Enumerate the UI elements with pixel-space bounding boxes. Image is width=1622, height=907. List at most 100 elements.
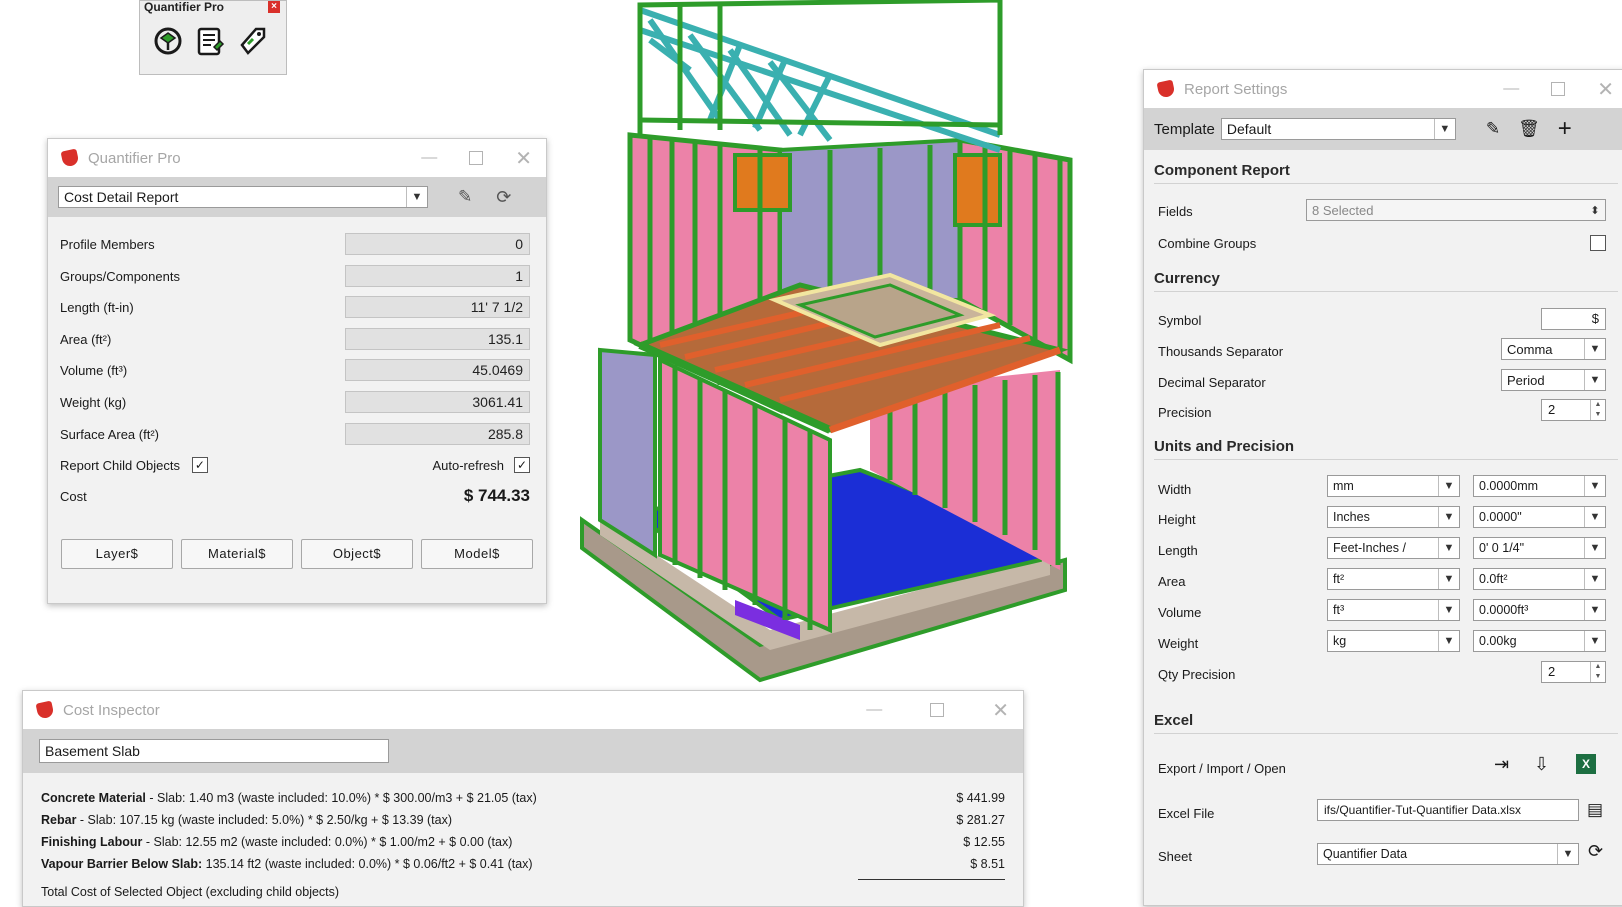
sheet-select[interactable]: Quantifier Data ▼ <box>1317 843 1579 865</box>
refresh-icon[interactable]: ⟳ <box>496 187 511 208</box>
report-list-icon[interactable] <box>194 25 226 57</box>
minimize-icon[interactable]: — <box>1503 80 1519 98</box>
cost-line-amount: $ 441.99 <box>956 791 1005 805</box>
unit-format-select[interactable]: 0.0000ft³ ▼ <box>1473 599 1606 621</box>
spinner-arrows-icon[interactable]: ▲ ▼ <box>1590 662 1605 682</box>
import-icon[interactable]: ⇩ <box>1534 754 1549 775</box>
object-name-field[interactable]: Basement Slab <box>39 739 389 763</box>
unit-select[interactable]: Inches ▼ <box>1327 506 1460 528</box>
row-label: Surface Area (ft²) <box>60 426 159 442</box>
quantifier-report-bar: Cost Detail Report ▼ ✎ ⟳ <box>48 177 546 217</box>
minimize-icon[interactable]: — <box>421 149 437 167</box>
report-child-checkbox[interactable]: ✓ <box>191 457 208 473</box>
excel-file-input[interactable]: ifs/Quantifier-Tut-Quantifier Data.xlsx <box>1317 799 1579 821</box>
sketchup-logo-icon <box>60 148 80 168</box>
report-settings-title: Report Settings <box>1184 80 1288 98</box>
unit-select[interactable]: Feet-Inches / ▼ <box>1327 537 1460 559</box>
refresh-icon[interactable]: ⟳ <box>1588 841 1603 862</box>
close-icon[interactable]: ✕ <box>1597 77 1614 102</box>
sheet-label: Sheet <box>1158 849 1192 864</box>
add-icon[interactable]: + <box>1558 115 1572 143</box>
unit-value: mm <box>1333 479 1354 493</box>
chevron-down-icon: ▼ <box>1584 569 1605 589</box>
total-cost-label: Total Cost of Selected Object (excluding… <box>41 885 340 899</box>
trash-icon[interactable]: 🗑 <box>1518 119 1540 139</box>
unit-value: Feet-Inches / <box>1333 541 1406 555</box>
maximize-icon[interactable] <box>1551 82 1566 96</box>
browse-file-icon[interactable]: ▤ <box>1587 800 1603 820</box>
unit-format-select[interactable]: 0' 0 1/4" ▼ <box>1473 537 1606 559</box>
section-currency: Currency <box>1154 270 1618 292</box>
row-label: Length (ft-in) <box>60 299 134 315</box>
unit-select[interactable]: mm ▼ <box>1327 475 1460 497</box>
building-3d-model[interactable] <box>575 0 1085 690</box>
minimize-icon[interactable]: — <box>866 701 882 719</box>
fields-value: 8 Selected <box>1312 202 1374 218</box>
chevron-down-icon: ▼ <box>1557 844 1578 864</box>
cost-line-amount: $ 8.51 <box>970 857 1005 871</box>
precision-input[interactable]: 2 ▲ ▼ <box>1541 399 1606 421</box>
row-value: 3061.41 <box>345 391 530 413</box>
unit-format-select[interactable]: 0.0ft² ▼ <box>1473 568 1606 590</box>
model-cost-button[interactable]: Model$ <box>421 539 533 569</box>
eraser-icon[interactable]: ✎ <box>458 187 472 207</box>
chevron-down-icon: ▼ <box>1584 507 1605 527</box>
qty-precision-input[interactable]: 2 ▲ ▼ <box>1541 661 1606 683</box>
unit-select[interactable]: kg ▼ <box>1327 630 1460 652</box>
price-tag-icon[interactable] <box>236 25 268 57</box>
edit-icon[interactable]: ✎ <box>1486 119 1500 139</box>
report-type-select[interactable]: Cost Detail Report ▼ <box>58 186 428 208</box>
unit-select[interactable]: ft³ ▼ <box>1327 599 1460 621</box>
unit-format-select[interactable]: 0.0000" ▼ <box>1473 506 1606 528</box>
object-cost-button[interactable]: Object$ <box>301 539 413 569</box>
report-settings-window: Report Settings — ✕ Template Default ▼ ✎… <box>1143 69 1622 906</box>
section-units: Units and Precision <box>1154 438 1618 460</box>
spinner-arrows-icon[interactable]: ▲ ▼ <box>1590 400 1605 420</box>
toolbar-close-icon[interactable]: × <box>268 1 280 13</box>
unit-format-value: 0.0000mm <box>1479 479 1539 493</box>
chevron-down-icon: ▼ <box>1433 119 1455 139</box>
unit-format-select[interactable]: 0.0000mm ▼ <box>1473 475 1606 497</box>
cost-value: $ 744.33 <box>463 486 530 505</box>
model-component-icon[interactable] <box>152 25 184 57</box>
template-value: Default <box>1226 121 1272 137</box>
open-excel-icon[interactable]: X <box>1576 754 1596 774</box>
fields-select[interactable]: 8 Selected ⬍ <box>1306 199 1606 221</box>
upper-wall-back <box>778 137 962 302</box>
unit-format-select[interactable]: 0.00kg ▼ <box>1473 630 1606 652</box>
layer-cost-button[interactable]: Layer$ <box>61 539 173 569</box>
row-groups-components: Groups/Components 1 <box>60 263 534 289</box>
template-select[interactable]: Default ▼ <box>1220 118 1456 140</box>
quantifier-pro-window: Quantifier Pro — ✕ Cost Detail Report ▼ … <box>47 138 547 604</box>
chevron-down-icon: ▼ <box>1438 538 1459 558</box>
unit-label: Weight <box>1158 636 1199 651</box>
sheet-value: Quantifier Data <box>1323 847 1408 861</box>
precision-value: 2 <box>1548 402 1556 417</box>
row-value: 0 <box>345 233 530 255</box>
row-profile-members: Profile Members 0 <box>60 231 534 257</box>
close-icon[interactable]: ✕ <box>992 698 1009 723</box>
row-area: Area (ft²) 135.1 <box>60 326 534 352</box>
material-cost-button[interactable]: Material$ <box>181 539 293 569</box>
qty-precision-value: 2 <box>1548 664 1556 679</box>
close-icon[interactable]: ✕ <box>515 146 532 171</box>
maximize-icon[interactable] <box>469 151 484 165</box>
maximize-icon[interactable] <box>930 703 945 717</box>
cost-line: Finishing Labour - Slab: 12.55 m2 (waste… <box>41 835 512 849</box>
section-excel: Excel <box>1154 712 1618 734</box>
unit-value: ft³ <box>1333 603 1345 617</box>
quantifier-titlebar: Quantifier Pro — ✕ <box>48 139 546 177</box>
combine-groups-checkbox[interactable] <box>1590 235 1606 251</box>
auto-refresh-checkbox[interactable]: ✓ <box>514 457 530 473</box>
row-value: 45.0469 <box>345 359 530 381</box>
row-label: Profile Members <box>60 236 155 252</box>
chevron-down-icon: ▼ <box>1438 507 1459 527</box>
export-icon[interactable]: ⇥ <box>1494 754 1509 775</box>
thousands-select[interactable]: Comma ▼ <box>1501 338 1606 360</box>
unit-select[interactable]: ft² ▼ <box>1327 568 1460 590</box>
unit-label: Length <box>1158 543 1198 558</box>
symbol-input[interactable]: $ <box>1541 308 1606 330</box>
cost-line-item: Vapour Barrier Below Slab: <box>41 857 203 871</box>
chevron-down-icon: ▼ <box>1584 538 1605 558</box>
decimal-select[interactable]: Period ▼ <box>1501 369 1606 391</box>
